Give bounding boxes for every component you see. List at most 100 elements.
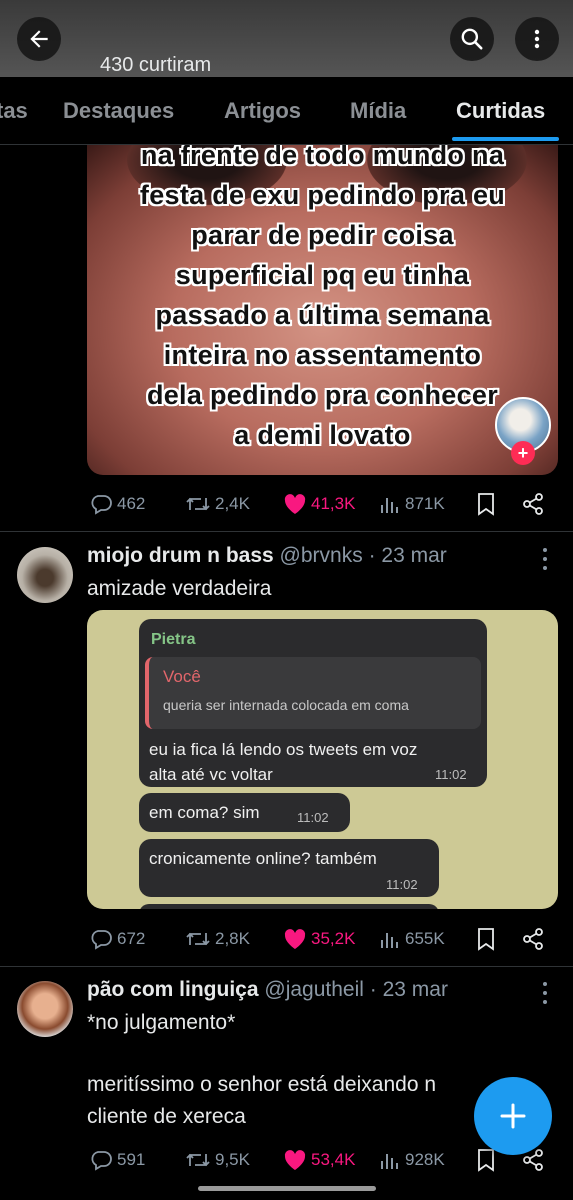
tab-respostas[interactable]: tas bbox=[0, 98, 28, 124]
retweet-icon bbox=[186, 932, 210, 946]
reply-icon bbox=[91, 495, 112, 515]
share-button[interactable] bbox=[521, 489, 549, 519]
tweet-more-button[interactable] bbox=[540, 982, 550, 1004]
bookmark-icon bbox=[478, 1149, 494, 1172]
search-icon bbox=[461, 28, 483, 50]
author-handle[interactable]: @brvnks bbox=[280, 544, 363, 567]
caption-line: passado a última semana bbox=[155, 300, 490, 330]
bookmark-icon bbox=[478, 493, 494, 516]
chat-time: 11:02 bbox=[297, 810, 329, 825]
reply-count: 591 bbox=[117, 1150, 146, 1169]
retweet-count: 2,4K bbox=[215, 494, 250, 513]
views-button[interactable]: 871K bbox=[379, 489, 445, 519]
like-count: 35,2K bbox=[311, 929, 356, 948]
view-count: 871K bbox=[405, 494, 445, 513]
tweet-divider bbox=[0, 966, 573, 967]
retweet-count: 9,5K bbox=[215, 1150, 250, 1169]
reply-count: 672 bbox=[117, 929, 146, 948]
retweet-button[interactable]: 9,5K bbox=[185, 1145, 250, 1175]
tweet-2-actions: 672 2,8K 35,2K 655K bbox=[87, 924, 557, 954]
heart-filled-icon bbox=[284, 494, 306, 514]
caption-line: a demi lovato bbox=[234, 420, 411, 450]
avatar[interactable] bbox=[17, 981, 73, 1037]
chat-time: 11:02 bbox=[386, 877, 418, 892]
more-button[interactable] bbox=[515, 17, 559, 61]
chat-text: eu ia fica lá lendo os tweets em voz bbox=[149, 740, 418, 759]
like-button[interactable]: 41,3K bbox=[283, 489, 355, 519]
tab-destaques[interactable]: Destaques bbox=[63, 98, 174, 124]
chat-bubble-reply: Pietra Você queria ser internada colocad… bbox=[139, 619, 487, 787]
tab-midia[interactable]: Mídia bbox=[350, 98, 406, 124]
back-button[interactable] bbox=[17, 17, 61, 61]
active-tab-indicator bbox=[452, 137, 559, 141]
reply-icon bbox=[91, 930, 112, 950]
quoted-message: Você queria ser internada colocada em co… bbox=[145, 657, 481, 729]
chat-bubble bbox=[139, 904, 439, 909]
chat-text: alta até vc voltar bbox=[149, 765, 273, 784]
tweet-2-header: miojo drum n bass @brvnks · 23 mar bbox=[87, 544, 447, 568]
author-name[interactable]: miojo drum n bass bbox=[87, 544, 274, 567]
tweet-3-header: pão com linguiça @jagutheil · 23 mar bbox=[87, 978, 448, 1002]
reply-icon bbox=[91, 1151, 112, 1171]
chat-text: em coma? sim bbox=[149, 803, 260, 822]
tweet-1-actions: 462 2,4K 41,3K 871K bbox=[87, 489, 557, 519]
caption-line: na frente de todo mundo na bbox=[140, 145, 505, 170]
search-button[interactable] bbox=[450, 17, 494, 61]
retweet-button[interactable]: 2,4K bbox=[185, 489, 250, 519]
tweet-date: · 23 mar bbox=[368, 544, 447, 567]
tweet-2-media[interactable]: Pietra Você queria ser internada colocad… bbox=[87, 610, 558, 909]
views-icon bbox=[381, 498, 398, 513]
caption-line: inteira no assentamento bbox=[163, 340, 482, 370]
arrow-left-icon bbox=[30, 30, 48, 48]
tab-artigos[interactable]: Artigos bbox=[224, 98, 301, 124]
bookmark-button[interactable] bbox=[475, 924, 501, 954]
quoted-text: queria ser internada colocada em coma bbox=[163, 697, 409, 713]
retweet-count: 2,8K bbox=[215, 929, 250, 948]
views-button[interactable]: 928K bbox=[379, 1145, 445, 1175]
share-button[interactable] bbox=[521, 924, 549, 954]
bookmark-button[interactable] bbox=[475, 489, 501, 519]
reply-button[interactable]: 462 bbox=[89, 489, 145, 519]
tweet-text: *no julgamento* bbox=[87, 1011, 236, 1034]
reply-count: 462 bbox=[117, 494, 146, 513]
reply-button[interactable]: 672 bbox=[89, 924, 145, 954]
caption-line: parar de pedir coisa bbox=[191, 220, 454, 250]
compose-button[interactable] bbox=[474, 1077, 552, 1155]
media-caption: na frente de todo mundo na festa de exu … bbox=[87, 145, 558, 455]
author-name[interactable]: pão com linguiça bbox=[87, 978, 259, 1001]
heart-filled-icon bbox=[284, 1150, 306, 1170]
caption-line: dela pedindo pra conhecer bbox=[146, 380, 499, 410]
views-icon bbox=[381, 933, 398, 948]
author-handle[interactable]: @jagutheil bbox=[264, 978, 364, 1001]
views-button[interactable]: 655K bbox=[379, 924, 445, 954]
like-button[interactable]: 35,2K bbox=[283, 924, 355, 954]
share-icon bbox=[523, 928, 543, 950]
profile-header: 430 curtiram bbox=[0, 0, 573, 77]
tweet-more-button[interactable] bbox=[540, 548, 550, 570]
home-indicator[interactable] bbox=[198, 1186, 376, 1191]
likes-count-label: 430 curtiram bbox=[100, 54, 212, 76]
chat-time: 11:02 bbox=[435, 767, 467, 782]
tab-curtidas[interactable]: Curtidas bbox=[456, 98, 545, 124]
avatar[interactable] bbox=[17, 547, 73, 603]
like-count: 41,3K bbox=[311, 494, 356, 513]
share-icon bbox=[523, 493, 543, 515]
plus-icon bbox=[500, 1103, 526, 1129]
like-count: 53,4K bbox=[311, 1150, 356, 1169]
views-icon bbox=[381, 1154, 398, 1169]
tweet-text: cliente de xereca bbox=[87, 1105, 246, 1128]
tweet-text: meritíssimo o senhor está deixando n bbox=[87, 1073, 437, 1096]
tweet-date: · 23 mar bbox=[369, 978, 448, 1001]
tweet-1-media[interactable]: na frente de todo mundo na festa de exu … bbox=[87, 145, 558, 475]
retweet-icon bbox=[186, 497, 210, 511]
view-count: 655K bbox=[405, 929, 445, 948]
quoted-name: Você bbox=[163, 667, 201, 686]
chat-bubble: em coma? sim 11:02 bbox=[139, 793, 350, 832]
reply-button[interactable]: 591 bbox=[89, 1145, 145, 1175]
like-button[interactable]: 53,4K bbox=[283, 1145, 355, 1175]
retweet-button[interactable]: 2,8K bbox=[185, 924, 250, 954]
follow-plus-icon: + bbox=[511, 441, 535, 465]
retweet-icon bbox=[186, 1153, 210, 1167]
bookmark-icon bbox=[478, 928, 494, 951]
more-vertical-icon bbox=[534, 29, 540, 49]
